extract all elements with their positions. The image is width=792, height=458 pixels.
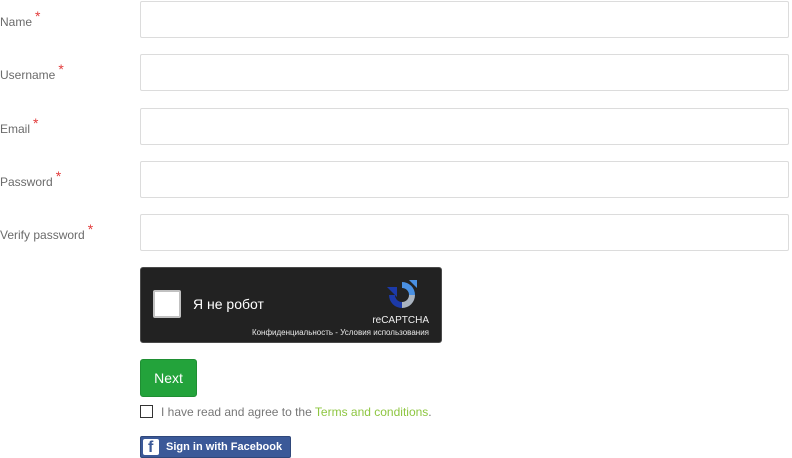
email-label-text: Email xyxy=(0,122,31,136)
name-input[interactable] xyxy=(141,2,788,37)
recaptcha-privacy-terms-links[interactable]: Конфиденциальность - Условия использован… xyxy=(252,328,429,337)
password-input[interactable] xyxy=(141,162,788,197)
email-input[interactable] xyxy=(141,109,788,144)
required-asterisk: * xyxy=(35,8,41,24)
email-row: Email * xyxy=(0,108,792,148)
recaptcha-checkbox[interactable] xyxy=(153,290,181,318)
facebook-icon: f xyxy=(143,439,159,456)
password-field-wrapper xyxy=(140,161,789,198)
name-row: Name * xyxy=(0,1,792,41)
required-asterisk: * xyxy=(58,61,64,77)
username-input[interactable] xyxy=(141,55,788,90)
verify-password-label: Verify password * xyxy=(0,221,93,242)
username-label-text: Username xyxy=(0,68,56,82)
email-label: Email * xyxy=(0,115,38,136)
next-button[interactable]: Next xyxy=(140,359,197,397)
verify-password-input[interactable] xyxy=(141,215,788,250)
required-asterisk: * xyxy=(33,115,39,131)
verify-password-label-text: Verify password xyxy=(0,228,85,242)
recaptcha-logo-icon xyxy=(387,280,417,308)
required-asterisk: * xyxy=(87,221,94,237)
password-label: Password * xyxy=(0,168,61,189)
facebook-signin-label: Sign in with Facebook xyxy=(166,441,283,453)
required-asterisk: * xyxy=(55,168,62,184)
terms-agreement: I have read and agree to the Terms and c… xyxy=(140,405,432,421)
password-row: Password * xyxy=(0,161,792,201)
email-field-wrapper xyxy=(140,108,789,145)
recaptcha-widget: Я не робот reCAPTCHA Конфиденциальность … xyxy=(140,267,442,343)
recaptcha-brand: reCAPTCHA xyxy=(372,315,429,326)
verify-password-row: Verify password * xyxy=(0,214,792,254)
name-label: Name * xyxy=(0,8,40,29)
terms-period: . xyxy=(428,405,432,419)
name-label-text: Name xyxy=(0,15,33,29)
password-label-text: Password xyxy=(0,175,53,189)
name-field-wrapper xyxy=(140,1,789,38)
terms-checkbox[interactable] xyxy=(140,405,153,419)
username-field-wrapper xyxy=(140,54,789,91)
username-row: Username * xyxy=(0,54,792,94)
username-label: Username * xyxy=(0,61,64,82)
terms-text: I have read and agree to the xyxy=(161,405,315,419)
recaptcha-label: Я не робот xyxy=(193,296,264,312)
verify-password-field-wrapper xyxy=(140,214,789,251)
facebook-signin-button[interactable]: f Sign in with Facebook xyxy=(140,436,291,458)
terms-link[interactable]: Terms and conditions xyxy=(315,405,428,419)
